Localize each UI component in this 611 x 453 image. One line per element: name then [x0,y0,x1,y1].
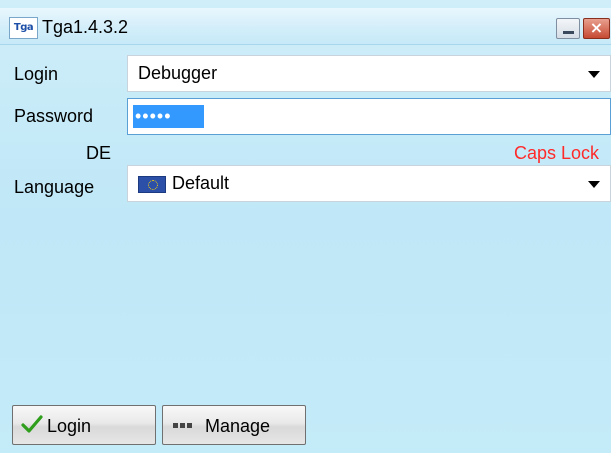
chevron-down-icon[interactable] [588,71,600,78]
keyboard-layout-indicator: DE [86,143,112,163]
language-label: Language [14,177,95,197]
app-icon: Tga [9,17,38,39]
manage-button-label: Manage [205,416,271,436]
close-button[interactable]: × [583,18,610,39]
login-window: Tga Tga1.4.3.2 × Login Debugger Password… [0,0,611,453]
language-dropdown[interactable]: Default [127,165,611,202]
password-label: Password [14,106,94,126]
password-value: ••••• [133,105,204,128]
login-value: Debugger [138,63,218,83]
login-button-label: Login [47,416,92,436]
chevron-down-icon[interactable] [588,181,600,188]
caps-lock-warning: Caps Lock [513,143,599,163]
minimize-button[interactable] [556,18,580,39]
language-value: Default [172,173,230,193]
eu-flag-icon [138,176,166,193]
window-title: Tga1.4.3.2 [42,17,129,37]
login-button[interactable]: Login [12,405,156,445]
more-dots-icon [173,423,195,429]
password-input[interactable]: ••••• [127,98,611,135]
login-label: Login [14,64,59,84]
login-dropdown[interactable]: Debugger [127,55,611,92]
title-bar[interactable]: Tga Tga1.4.3.2 × [0,8,611,45]
manage-button[interactable]: Manage [162,405,306,445]
checkmark-icon [21,415,43,433]
